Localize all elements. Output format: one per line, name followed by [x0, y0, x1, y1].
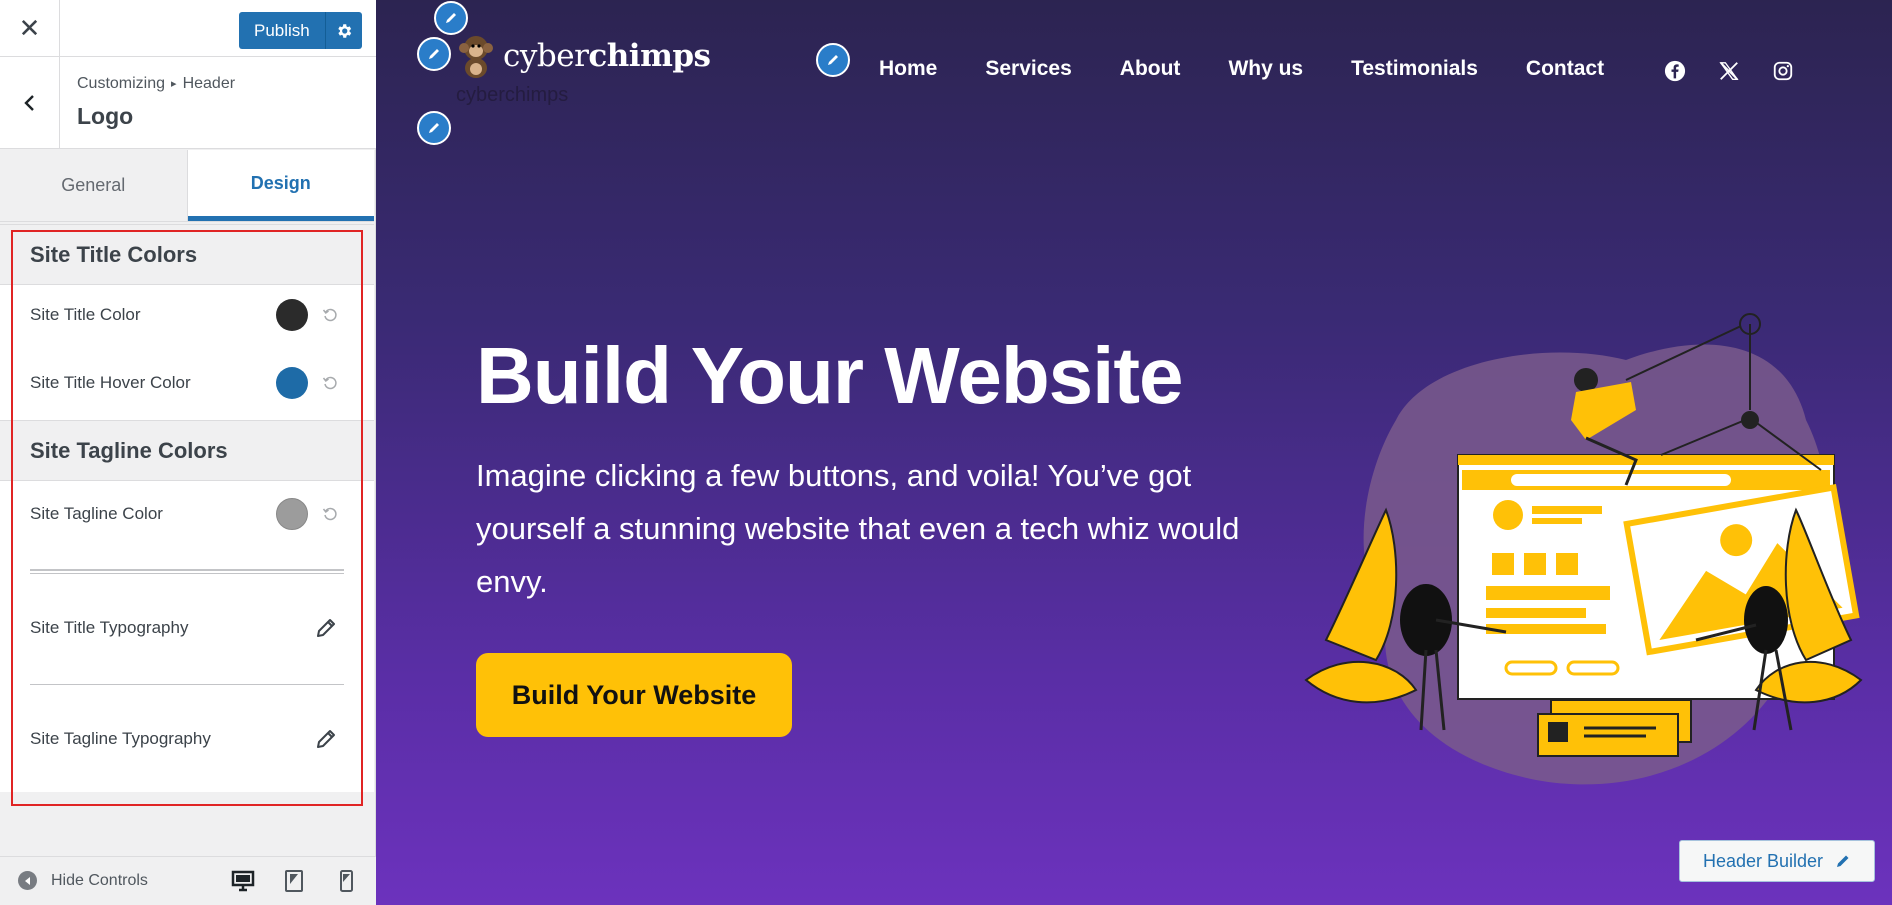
nav-testimonials[interactable]: Testimonials	[1351, 57, 1478, 81]
tab-general[interactable]: General	[0, 150, 188, 221]
site-title-hover-color-row: Site Title Hover Color	[0, 353, 374, 413]
main-navigation: Home Services About Why us Testimonials …	[879, 57, 1604, 81]
nav-about[interactable]: About	[1120, 57, 1181, 81]
edit-shortcut-button[interactable]	[816, 43, 850, 77]
hero-illustration	[1304, 313, 1863, 785]
edit-pencil-icon[interactable]	[314, 727, 338, 751]
back-button[interactable]	[0, 57, 60, 149]
site-title: cyberchimps	[503, 38, 711, 74]
chevron-left-icon	[23, 95, 34, 111]
gear-icon	[338, 23, 351, 38]
chimp-logo-icon	[459, 36, 493, 78]
hero-cta-button[interactable]: Build Your Website	[476, 653, 792, 737]
facebook-icon[interactable]	[1664, 60, 1686, 82]
divider	[30, 569, 344, 571]
hero-subtitle: Imagine clicking a few buttons, and voil…	[476, 458, 1240, 599]
edit-pencil-icon[interactable]	[314, 616, 338, 640]
site-title-part2: chimps	[588, 38, 711, 74]
close-icon: ✕	[18, 13, 41, 43]
site-title-hover-color-swatch[interactable]	[276, 367, 308, 399]
edit-shortcut-button[interactable]	[417, 111, 451, 145]
publish-group: Publish	[239, 12, 362, 49]
customizer-topbar: ✕ Publish	[0, 0, 376, 57]
nav-why-us[interactable]: Why us	[1228, 57, 1303, 81]
site-title-hover-color-label: Site Title Hover Color	[30, 373, 191, 392]
site-tagline-color-swatch[interactable]	[276, 498, 308, 530]
breadcrumb-separator-icon: ▸	[171, 78, 177, 90]
breadcrumb-section: Header	[182, 75, 236, 92]
hide-controls-button[interactable]: Hide Controls	[18, 871, 148, 890]
divider	[30, 684, 344, 685]
edit-shortcut-button[interactable]	[434, 1, 468, 35]
edit-shortcut-button[interactable]	[417, 37, 451, 71]
header-builder-label: Header Builder	[1702, 850, 1824, 871]
instagram-icon[interactable]	[1772, 60, 1794, 82]
site-tagline-color-reset-icon[interactable]	[320, 504, 340, 524]
site-logo[interactable]: cyberchimps	[453, 32, 711, 80]
close-customizer-button[interactable]: ✕	[0, 0, 60, 57]
tab-bar: General Design	[0, 150, 374, 222]
tab-design[interactable]: Design	[187, 150, 374, 221]
nav-home[interactable]: Home	[879, 57, 937, 81]
site-tagline-typography-row: Site Tagline Typography	[0, 709, 374, 769]
site-preview: cyberchimps cyberchimps Home Services Ab…	[376, 0, 1892, 905]
header-builder-button[interactable]: Header Builder	[1679, 840, 1875, 882]
customizer-footer: Hide Controls	[0, 856, 376, 905]
breadcrumb-root: Customizing	[77, 75, 166, 92]
section-header: Customizing ▸ Header Logo	[0, 57, 376, 149]
customizer-sidebar: ✕ Publish Customizing ▸ Header Logo Genera…	[0, 0, 376, 905]
nav-contact[interactable]: Contact	[1526, 57, 1604, 81]
site-title-typography-label: Site Title Typography	[30, 618, 189, 637]
tablet-preview-icon[interactable]	[282, 870, 306, 892]
site-tagline: cyberchimps	[456, 84, 569, 106]
site-title-color-label: Site Title Color	[30, 305, 141, 324]
divider	[30, 573, 344, 574]
site-title-color-row: Site Title Color	[0, 285, 374, 345]
pencil-icon	[429, 123, 439, 133]
site-title-colors-heading: Site Title Colors	[0, 224, 374, 285]
site-title-color-swatch[interactable]	[276, 299, 308, 331]
site-tagline-color-row: Site Tagline Color	[0, 484, 374, 544]
arrow-left-circle-icon	[18, 871, 37, 890]
design-panel: Site Title Colors Site Title Color Site …	[0, 224, 374, 792]
pencil-icon	[446, 13, 456, 23]
site-title-hover-color-reset-icon[interactable]	[320, 373, 340, 393]
site-title-typography-row: Site Title Typography	[0, 598, 374, 658]
desktop-preview-icon[interactable]	[231, 870, 255, 892]
pencil-icon	[429, 49, 439, 59]
site-tagline-colors-heading: Site Tagline Colors	[0, 420, 374, 481]
x-icon[interactable]	[1718, 60, 1740, 82]
pencil-icon	[1837, 855, 1849, 867]
publish-settings-button[interactable]	[325, 12, 362, 49]
section-title: Logo	[77, 103, 134, 129]
site-title-color-reset-icon[interactable]	[320, 305, 340, 325]
mobile-preview-icon[interactable]	[334, 870, 358, 892]
site-tagline-typography-label: Site Tagline Typography	[30, 729, 211, 748]
nav-services[interactable]: Services	[985, 57, 1071, 81]
publish-button[interactable]: Publish	[239, 12, 326, 49]
pencil-icon	[828, 55, 838, 65]
hide-controls-label: Hide Controls	[51, 871, 148, 889]
breadcrumb: Customizing ▸ Header	[77, 75, 235, 93]
site-tagline-color-label: Site Tagline Color	[30, 504, 163, 523]
hero-title: Build Your Website	[476, 331, 1184, 420]
site-title-part1: cyber	[503, 38, 589, 74]
